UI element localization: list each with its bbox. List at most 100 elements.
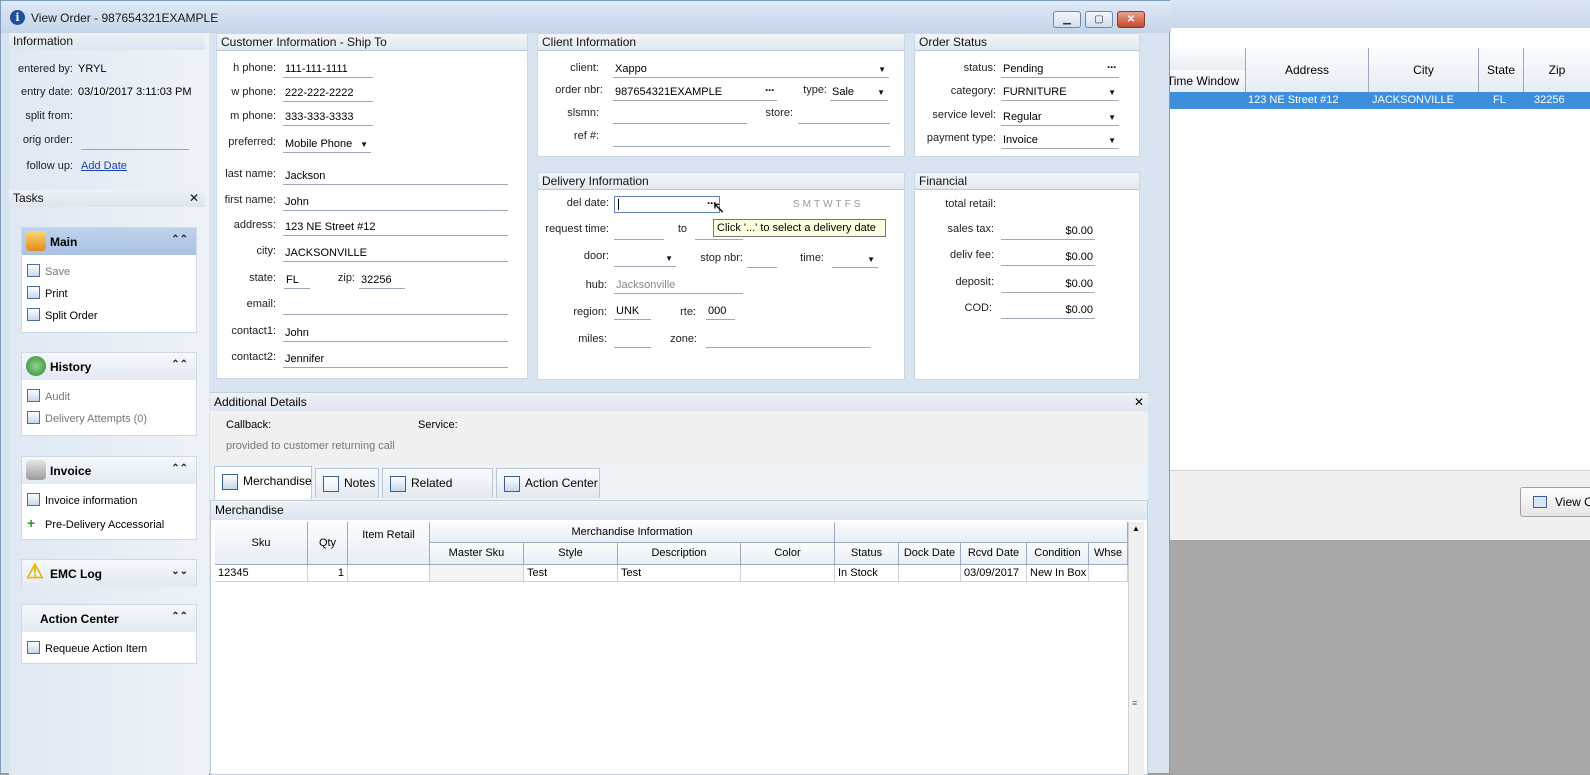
status-input[interactable]: Pending ···	[1001, 60, 1119, 78]
table-row[interactable]: 123 NE Street #12 JACKSONVILLE FL 32256	[1160, 92, 1590, 109]
m-phone-input[interactable]: 333-333-3333	[283, 110, 373, 126]
slsmn-input[interactable]	[613, 108, 747, 124]
request-time-from-input[interactable]	[614, 224, 664, 240]
col-header-master-sku[interactable]: Master Sku	[430, 543, 524, 565]
cell-style[interactable]: Test	[524, 565, 618, 582]
tab-merchandise[interactable]: Merchandise	[214, 466, 312, 499]
zip-input[interactable]: 32256	[359, 273, 405, 289]
invoice-information-item[interactable]: Invoice information	[27, 493, 137, 507]
col-header-item-retail[interactable]: Item Retail	[348, 522, 430, 565]
type-select[interactable]: Sale ▼	[830, 85, 888, 101]
door-select[interactable]: ▼	[614, 251, 676, 267]
merchandise-scrollbar[interactable]: ▲ ≡	[1128, 522, 1144, 775]
orig-order-input[interactable]	[81, 134, 189, 150]
region-input[interactable]: UNK	[614, 304, 651, 320]
contact1-input[interactable]: John	[283, 326, 508, 342]
col-header-condition[interactable]: Condition	[1027, 543, 1089, 565]
col-header-zip[interactable]: Zip	[1523, 48, 1590, 92]
save-item[interactable]: Save	[27, 264, 70, 278]
maximize-button[interactable]: ▢	[1085, 11, 1113, 28]
cell-master-sku[interactable]	[430, 565, 524, 582]
close-button[interactable]: ✕	[1117, 11, 1145, 28]
chevron-up-icon[interactable]: ⌃⌃	[171, 611, 188, 622]
w-phone-input[interactable]: 222-222-2222	[283, 86, 373, 102]
ref-input[interactable]	[613, 131, 890, 147]
col-header-style[interactable]: Style	[524, 543, 618, 565]
chevron-down-icon[interactable]: ⌄⌄	[171, 566, 188, 577]
close-icon[interactable]: ✕	[189, 190, 199, 207]
state-input[interactable]: FL	[284, 273, 310, 289]
tab-action-center[interactable]: Action Center	[496, 468, 600, 498]
email-input[interactable]	[283, 299, 508, 315]
cell-rcvd-date[interactable]: 03/09/2017	[961, 565, 1027, 582]
minimize-button[interactable]: ▁	[1053, 11, 1081, 28]
action-center-panel-header[interactable]: Action Center ⌃⌃	[22, 605, 196, 632]
last-name-input[interactable]: Jackson	[283, 169, 508, 185]
cell-sku[interactable]: 12345	[215, 565, 308, 582]
cell-item-retail[interactable]	[348, 565, 430, 582]
emc-log-panel-header[interactable]: ⚠ EMC Log ⌄⌄	[22, 560, 196, 587]
first-name-input[interactable]: John	[283, 195, 508, 211]
rte-input[interactable]: 000	[706, 304, 735, 320]
col-header-city[interactable]: City	[1368, 48, 1478, 92]
cell-description[interactable]: Test	[618, 565, 741, 582]
store-input[interactable]	[798, 108, 890, 124]
hub-input[interactable]: Jacksonville	[614, 278, 743, 294]
tab-related-orders[interactable]: Related Orders	[382, 468, 493, 518]
service-level-select[interactable]: Regular ▼	[1001, 110, 1119, 126]
time-select[interactable]: ▼	[832, 252, 878, 268]
sales-tax-input[interactable]: $0.00	[1001, 224, 1095, 240]
invoice-panel-header[interactable]: Invoice ⌃⌃	[22, 457, 196, 484]
miles-input[interactable]	[614, 332, 651, 348]
deliv-fee-input[interactable]: $0.00	[1001, 250, 1095, 266]
order-nbr-input[interactable]: 987654321EXAMPLE ···	[613, 83, 777, 101]
split-order-item[interactable]: Split Order	[27, 308, 98, 322]
col-header-rcvd-date[interactable]: Rcvd Date	[961, 543, 1027, 565]
col-header-sku[interactable]: Sku	[215, 522, 308, 565]
cell-condition[interactable]: New In Box	[1027, 565, 1089, 582]
pre-delivery-accessorial-item[interactable]: + Pre-Delivery Accessorial	[27, 515, 164, 531]
chevron-up-icon[interactable]: ⌃⌃	[171, 359, 188, 370]
col-header-time-window[interactable]: Time Window	[1160, 70, 1245, 92]
client-select[interactable]: Xappo ▼	[613, 62, 889, 78]
col-header-description[interactable]: Description	[618, 543, 741, 565]
requeue-action-item[interactable]: Requeue Action Item	[27, 641, 147, 655]
close-icon[interactable]: ✕	[1134, 393, 1144, 411]
cell-whse[interactable]	[1089, 565, 1128, 582]
cell-dock-date[interactable]	[899, 565, 961, 582]
col-header-status[interactable]: Status	[835, 543, 899, 565]
tab-notes[interactable]: Notes	[315, 468, 379, 498]
history-panel-header[interactable]: History ⌃⌃	[22, 353, 196, 380]
h-phone-input[interactable]: 111-111-1111	[283, 62, 373, 78]
col-header-qty[interactable]: Qty	[308, 522, 348, 565]
stop-nbr-input[interactable]	[747, 252, 777, 268]
city-input[interactable]: JACKSONVILLE	[283, 246, 508, 262]
col-header-whse[interactable]: Whse	[1089, 543, 1128, 565]
cell-qty[interactable]: 1	[308, 565, 348, 582]
chevron-up-icon[interactable]: ⌃⌃	[171, 463, 188, 474]
audit-item[interactable]: Audit	[27, 389, 70, 403]
cod-input[interactable]: $0.00	[1001, 303, 1095, 319]
category-select[interactable]: FURNITURE ▼	[1001, 85, 1119, 101]
ellipsis-button[interactable]: ···	[765, 83, 775, 97]
col-header-state[interactable]: State	[1478, 48, 1523, 92]
col-header-address[interactable]: Address	[1245, 48, 1368, 92]
payment-type-select[interactable]: Invoice ▼	[1001, 133, 1119, 149]
delivery-attempts-item[interactable]: Delivery Attempts (0)	[27, 411, 147, 425]
cell-status[interactable]: In Stock	[835, 565, 899, 582]
ellipsis-button[interactable]: ···	[1107, 60, 1117, 74]
view-order-button[interactable]: View Or	[1520, 487, 1590, 517]
deposit-input[interactable]: $0.00	[1001, 277, 1095, 293]
col-header-color[interactable]: Color	[741, 543, 835, 565]
chevron-up-icon[interactable]: ⌃⌃	[171, 234, 188, 245]
address-input[interactable]: 123 NE Street #12	[283, 220, 508, 236]
contact2-input[interactable]: Jennifer	[283, 352, 508, 368]
cell-color[interactable]	[741, 565, 835, 582]
preferred-select[interactable]: Mobile Phone ▼	[283, 137, 371, 153]
del-date-input[interactable]: ···	[614, 196, 720, 213]
main-panel-header[interactable]: Main ⌃⌃	[22, 228, 196, 255]
col-header-dock-date[interactable]: Dock Date	[899, 543, 961, 565]
scroll-up-icon[interactable]: ▲	[1132, 524, 1140, 533]
zone-input[interactable]	[706, 332, 871, 348]
print-item[interactable]: Print	[27, 286, 68, 300]
